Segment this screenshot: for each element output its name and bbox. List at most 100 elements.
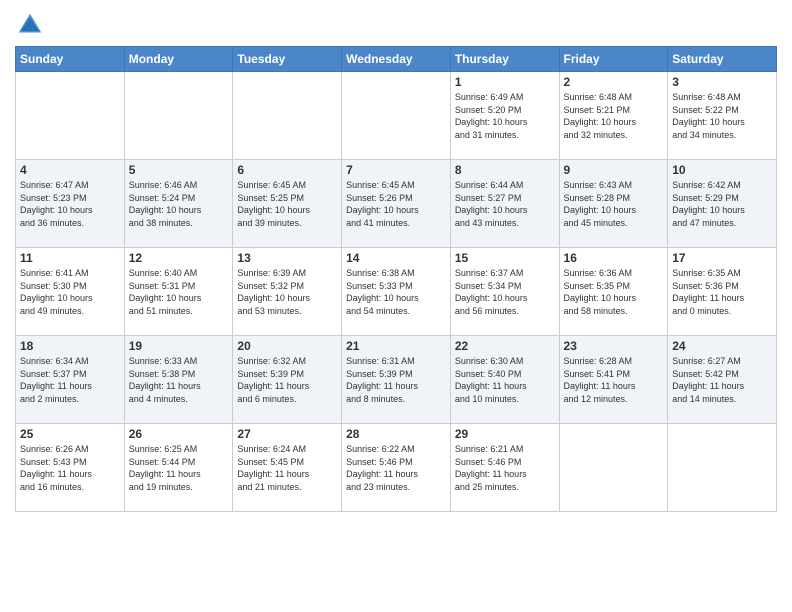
col-header-thursday: Thursday bbox=[450, 47, 559, 72]
week-row-1: 4 Sunrise: 6:47 AMSunset: 5:23 PMDaylight… bbox=[16, 160, 777, 248]
calendar-cell: 6 Sunrise: 6:45 AMSunset: 5:25 PMDaylight… bbox=[233, 160, 342, 248]
day-info: Sunrise: 6:48 AMSunset: 5:22 PMDaylight:… bbox=[672, 91, 772, 141]
day-info: Sunrise: 6:46 AMSunset: 5:24 PMDaylight:… bbox=[129, 179, 229, 229]
calendar-cell: 24 Sunrise: 6:27 AMSunset: 5:42 PMDayligh… bbox=[668, 336, 777, 424]
day-number: 25 bbox=[20, 427, 120, 441]
day-info: Sunrise: 6:34 AMSunset: 5:37 PMDaylight:… bbox=[20, 355, 120, 405]
calendar-cell: 12 Sunrise: 6:40 AMSunset: 5:31 PMDayligh… bbox=[124, 248, 233, 336]
day-number: 21 bbox=[346, 339, 446, 353]
day-number: 17 bbox=[672, 251, 772, 265]
day-number: 26 bbox=[129, 427, 229, 441]
week-row-4: 25Sunrise: 6:26 AMSunset: 5:43 PMDayligh… bbox=[16, 424, 777, 512]
day-number: 18 bbox=[20, 339, 120, 353]
day-number: 3 bbox=[672, 75, 772, 89]
day-number: 7 bbox=[346, 163, 446, 177]
calendar-cell: 11Sunrise: 6:41 AMSunset: 5:30 PMDayligh… bbox=[16, 248, 125, 336]
calendar-cell: 14 Sunrise: 6:38 AMSunset: 5:33 PMDayligh… bbox=[342, 248, 451, 336]
week-row-2: 11Sunrise: 6:41 AMSunset: 5:30 PMDayligh… bbox=[16, 248, 777, 336]
day-info: Sunrise: 6:32 AMSunset: 5:39 PMDaylight:… bbox=[237, 355, 337, 405]
day-info: Sunrise: 6:42 AMSunset: 5:29 PMDaylight:… bbox=[672, 179, 772, 229]
calendar-cell: 20 Sunrise: 6:32 AMSunset: 5:39 PMDayligh… bbox=[233, 336, 342, 424]
calendar-table: SundayMondayTuesdayWednesdayThursdayFrid… bbox=[15, 46, 777, 512]
day-info: Sunrise: 6:43 AMSunset: 5:28 PMDaylight:… bbox=[564, 179, 664, 229]
calendar-cell: 15 Sunrise: 6:37 AMSunset: 5:34 PMDayligh… bbox=[450, 248, 559, 336]
calendar-cell: 25Sunrise: 6:26 AMSunset: 5:43 PMDayligh… bbox=[16, 424, 125, 512]
calendar-cell: 2 Sunrise: 6:48 AMSunset: 5:21 PMDaylight… bbox=[559, 72, 668, 160]
day-info: Sunrise: 6:22 AMSunset: 5:46 PMDaylight:… bbox=[346, 443, 446, 493]
day-number: 1 bbox=[455, 75, 555, 89]
calendar-cell bbox=[668, 424, 777, 512]
day-info: Sunrise: 6:33 AMSunset: 5:38 PMDaylight:… bbox=[129, 355, 229, 405]
calendar-cell bbox=[233, 72, 342, 160]
day-info: Sunrise: 6:40 AMSunset: 5:31 PMDaylight:… bbox=[129, 267, 229, 317]
day-info: Sunrise: 6:47 AMSunset: 5:23 PMDaylight:… bbox=[20, 179, 120, 229]
week-row-3: 18 Sunrise: 6:34 AMSunset: 5:37 PMDayligh… bbox=[16, 336, 777, 424]
day-number: 14 bbox=[346, 251, 446, 265]
col-header-tuesday: Tuesday bbox=[233, 47, 342, 72]
day-number: 4 bbox=[20, 163, 120, 177]
calendar-cell bbox=[342, 72, 451, 160]
day-number: 5 bbox=[129, 163, 229, 177]
day-info: Sunrise: 6:38 AMSunset: 5:33 PMDaylight:… bbox=[346, 267, 446, 317]
day-info: Sunrise: 6:48 AMSunset: 5:21 PMDaylight:… bbox=[564, 91, 664, 141]
calendar-cell: 19Sunrise: 6:33 AMSunset: 5:38 PMDayligh… bbox=[124, 336, 233, 424]
day-info: Sunrise: 6:21 AMSunset: 5:46 PMDaylight:… bbox=[455, 443, 555, 493]
day-number: 9 bbox=[564, 163, 664, 177]
day-number: 15 bbox=[455, 251, 555, 265]
day-number: 20 bbox=[237, 339, 337, 353]
calendar-cell: 26 Sunrise: 6:25 AMSunset: 5:44 PMDayligh… bbox=[124, 424, 233, 512]
day-info: Sunrise: 6:45 AMSunset: 5:25 PMDaylight:… bbox=[237, 179, 337, 229]
day-number: 22 bbox=[455, 339, 555, 353]
day-number: 12 bbox=[129, 251, 229, 265]
logo bbox=[15, 10, 49, 40]
day-info: Sunrise: 6:35 AMSunset: 5:36 PMDaylight:… bbox=[672, 267, 772, 317]
day-info: Sunrise: 6:44 AMSunset: 5:27 PMDaylight:… bbox=[455, 179, 555, 229]
calendar-cell: 9 Sunrise: 6:43 AMSunset: 5:28 PMDaylight… bbox=[559, 160, 668, 248]
day-number: 27 bbox=[237, 427, 337, 441]
day-number: 24 bbox=[672, 339, 772, 353]
day-number: 6 bbox=[237, 163, 337, 177]
logo-icon bbox=[15, 10, 45, 40]
col-header-monday: Monday bbox=[124, 47, 233, 72]
day-info: Sunrise: 6:25 AMSunset: 5:44 PMDaylight:… bbox=[129, 443, 229, 493]
page: SundayMondayTuesdayWednesdayThursdayFrid… bbox=[0, 0, 792, 612]
col-header-friday: Friday bbox=[559, 47, 668, 72]
day-info: Sunrise: 6:31 AMSunset: 5:39 PMDaylight:… bbox=[346, 355, 446, 405]
calendar-cell bbox=[16, 72, 125, 160]
calendar-cell: 23Sunrise: 6:28 AMSunset: 5:41 PMDayligh… bbox=[559, 336, 668, 424]
day-info: Sunrise: 6:45 AMSunset: 5:26 PMDaylight:… bbox=[346, 179, 446, 229]
calendar-cell bbox=[559, 424, 668, 512]
col-header-saturday: Saturday bbox=[668, 47, 777, 72]
calendar-cell: 10Sunrise: 6:42 AMSunset: 5:29 PMDayligh… bbox=[668, 160, 777, 248]
calendar-cell: 29 Sunrise: 6:21 AMSunset: 5:46 PMDayligh… bbox=[450, 424, 559, 512]
day-info: Sunrise: 6:49 AMSunset: 5:20 PMDaylight:… bbox=[455, 91, 555, 141]
week-row-0: 1 Sunrise: 6:49 AMSunset: 5:20 PMDaylight… bbox=[16, 72, 777, 160]
header bbox=[15, 10, 777, 40]
calendar-cell: 13 Sunrise: 6:39 AMSunset: 5:32 PMDayligh… bbox=[233, 248, 342, 336]
calendar-cell: 8 Sunrise: 6:44 AMSunset: 5:27 PMDaylight… bbox=[450, 160, 559, 248]
day-info: Sunrise: 6:30 AMSunset: 5:40 PMDaylight:… bbox=[455, 355, 555, 405]
calendar-cell bbox=[124, 72, 233, 160]
col-header-wednesday: Wednesday bbox=[342, 47, 451, 72]
day-number: 29 bbox=[455, 427, 555, 441]
day-info: Sunrise: 6:36 AMSunset: 5:35 PMDaylight:… bbox=[564, 267, 664, 317]
calendar-cell: 21 Sunrise: 6:31 AMSunset: 5:39 PMDayligh… bbox=[342, 336, 451, 424]
calendar-cell: 17 Sunrise: 6:35 AMSunset: 5:36 PMDayligh… bbox=[668, 248, 777, 336]
day-number: 2 bbox=[564, 75, 664, 89]
day-number: 11 bbox=[20, 251, 120, 265]
calendar-cell: 3 Sunrise: 6:48 AMSunset: 5:22 PMDaylight… bbox=[668, 72, 777, 160]
calendar-cell: 27 Sunrise: 6:24 AMSunset: 5:45 PMDayligh… bbox=[233, 424, 342, 512]
day-number: 16 bbox=[564, 251, 664, 265]
calendar-cell: 16 Sunrise: 6:36 AMSunset: 5:35 PMDayligh… bbox=[559, 248, 668, 336]
calendar-cell: 5 Sunrise: 6:46 AMSunset: 5:24 PMDaylight… bbox=[124, 160, 233, 248]
calendar-cell: 7 Sunrise: 6:45 AMSunset: 5:26 PMDaylight… bbox=[342, 160, 451, 248]
day-number: 13 bbox=[237, 251, 337, 265]
day-number: 8 bbox=[455, 163, 555, 177]
day-info: Sunrise: 6:39 AMSunset: 5:32 PMDaylight:… bbox=[237, 267, 337, 317]
calendar-cell: 1 Sunrise: 6:49 AMSunset: 5:20 PMDaylight… bbox=[450, 72, 559, 160]
calendar-cell: 18 Sunrise: 6:34 AMSunset: 5:37 PMDayligh… bbox=[16, 336, 125, 424]
calendar-cell: 28Sunrise: 6:22 AMSunset: 5:46 PMDayligh… bbox=[342, 424, 451, 512]
day-info: Sunrise: 6:24 AMSunset: 5:45 PMDaylight:… bbox=[237, 443, 337, 493]
day-info: Sunrise: 6:37 AMSunset: 5:34 PMDaylight:… bbox=[455, 267, 555, 317]
day-info: Sunrise: 6:27 AMSunset: 5:42 PMDaylight:… bbox=[672, 355, 772, 405]
